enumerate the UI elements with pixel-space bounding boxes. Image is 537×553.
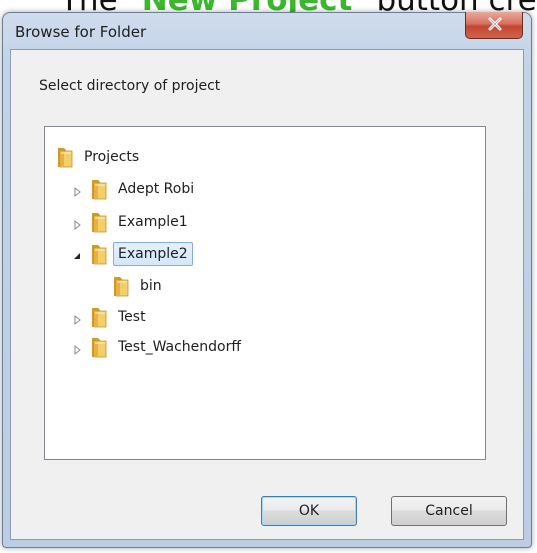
folder-icon <box>89 210 109 234</box>
window-title: Browse for Folder <box>15 23 147 41</box>
tree-node-label: Test <box>118 309 146 325</box>
expand-arrow-icon[interactable] <box>71 341 83 356</box>
browse-for-folder-dialog: Browse for Folder Select directory of pr… <box>2 12 532 548</box>
tree-node-label: Test_Wachendorff <box>118 339 242 355</box>
folder-icon <box>89 335 109 359</box>
tree-node[interactable]: Example1 <box>71 210 193 234</box>
dialog-prompt: Select directory of project <box>39 78 221 94</box>
dialog-body: Select directory of project Projects Adep… <box>10 49 524 540</box>
tree-node-label: bin <box>140 278 162 294</box>
tree-node-label: Adept Robi <box>118 181 195 197</box>
close-icon <box>488 17 502 31</box>
tree-node[interactable]: bin <box>111 274 167 298</box>
cancel-button[interactable]: Cancel <box>391 496 507 526</box>
tree-node[interactable]: Example2 <box>71 242 193 266</box>
expand-arrow-icon[interactable] <box>71 183 83 198</box>
ok-button[interactable]: OK <box>261 496 357 526</box>
folder-icon <box>89 305 109 329</box>
title-bar[interactable]: Browse for Folder <box>3 12 531 49</box>
tree-node[interactable]: Projects <box>55 145 144 169</box>
tree-node-label: Example1 <box>118 214 188 230</box>
folder-icon <box>111 274 131 298</box>
folder-tree[interactable]: Projects Adept Robi Example1 Example2 bin Tes… <box>44 126 486 460</box>
tree-node[interactable]: Test_Wachendorff <box>71 335 246 359</box>
folder-icon <box>89 177 109 201</box>
tree-node-label: Example2 <box>113 242 193 266</box>
expand-arrow-icon[interactable] <box>71 311 83 326</box>
tree-node[interactable]: Test <box>71 305 151 329</box>
expand-arrow-icon[interactable] <box>71 216 83 231</box>
tree-node[interactable]: Adept Robi <box>71 177 199 201</box>
collapse-arrow-icon[interactable] <box>71 248 83 260</box>
folder-icon <box>89 242 109 266</box>
folder-icon <box>55 145 75 169</box>
tree-node-label: Projects <box>84 149 140 165</box>
close-button[interactable] <box>465 12 523 39</box>
